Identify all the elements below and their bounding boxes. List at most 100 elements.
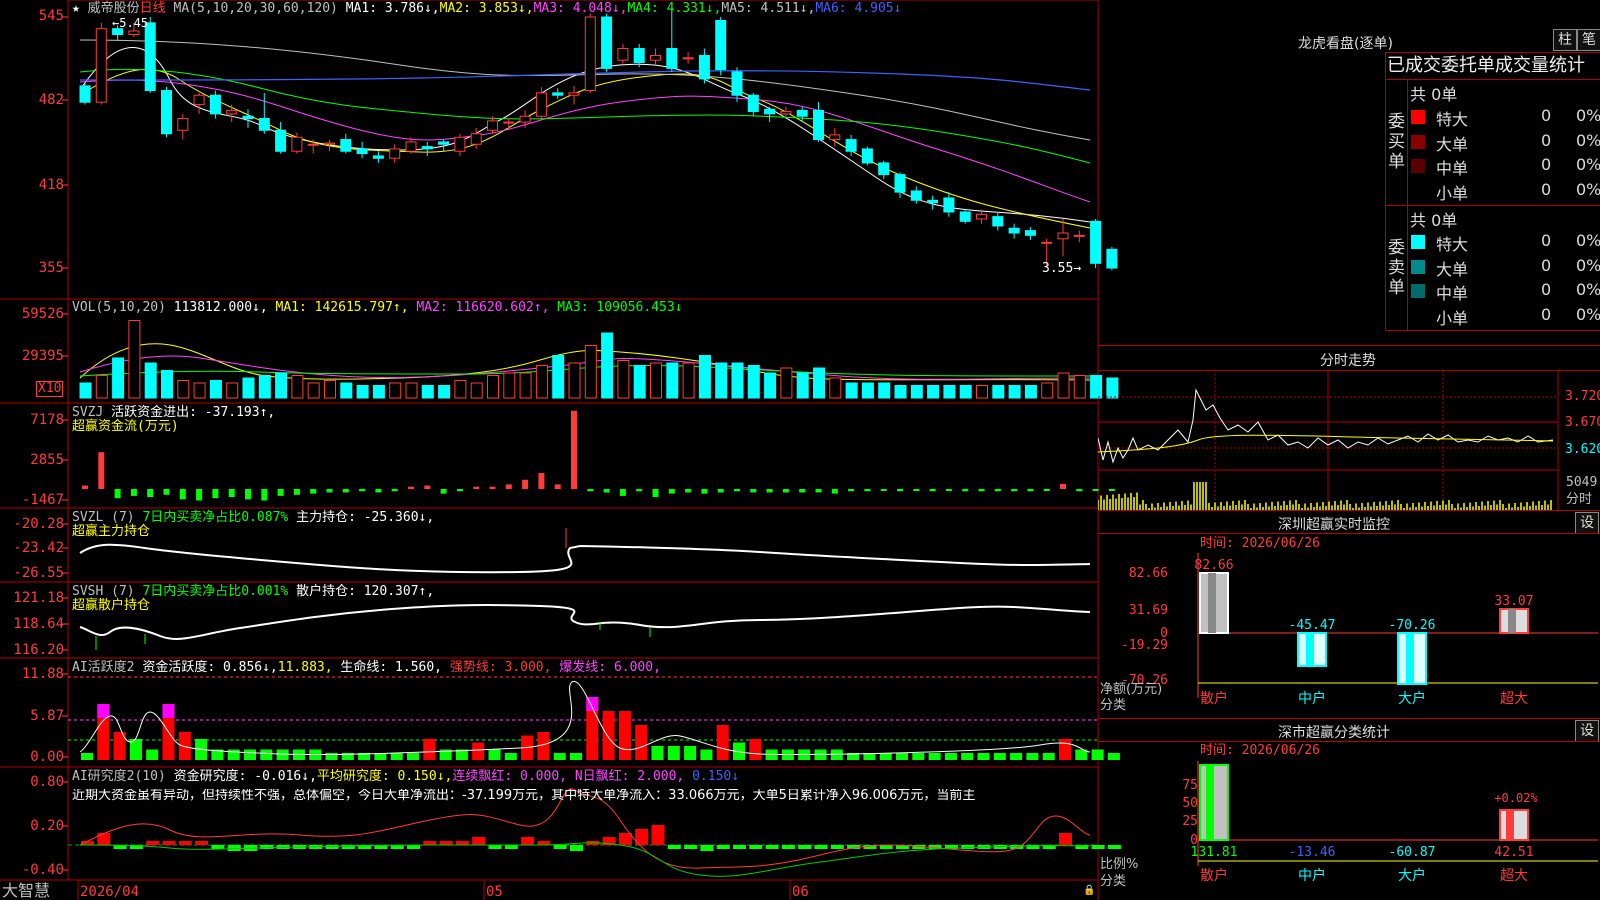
svsh-subtitle: 超赢散户持仓 [72,598,151,613]
period-label[interactable]: 日线 [140,1,166,16]
research-bar [407,845,420,849]
buy-total: 共 0单 [1410,85,1458,104]
ai-active-bar [684,746,697,760]
volume-bar [861,382,874,399]
stat-row-pct: 0% [1576,179,1600,199]
volume-bar [519,372,532,399]
research-bar [195,841,209,845]
life-line-value: 生命线: 1.560, [340,660,443,675]
research-bar [700,845,714,851]
svzj-bars[interactable] [82,410,1115,501]
class-bar-label: 42.51 [1494,845,1533,860]
volume-bar [927,385,940,399]
candle-body [1041,241,1053,244]
intraday-y-2: 3.620 [1565,442,1600,457]
svzj-bar [554,484,561,489]
intraday-y-1: 3.670 [1565,415,1600,430]
research-bar [211,845,225,849]
candle-body [861,148,873,164]
monitor-settings-button[interactable]: 设 [1575,512,1599,534]
svzl-label: SVZL (7) [72,510,135,525]
svsh-label: SVSH (7) [72,584,135,599]
intraday-chart[interactable] [1098,370,1600,510]
tick-button[interactable]: 笔 [1577,29,1600,51]
volume-bars[interactable] [79,320,1119,399]
volume-bar [894,385,907,399]
svzj-bar [261,489,268,501]
class-bar-label: -13.46 [1289,845,1336,860]
candle-body [226,109,238,115]
column-button[interactable]: 柱 [1553,29,1577,51]
svzj-bar [685,489,692,493]
svsh-dips [95,622,651,650]
y-label-main-3: 355 [38,260,64,276]
candle-body [421,146,433,150]
star-icon[interactable]: ★ [72,1,80,16]
stat-row-pct: 0% [1576,130,1600,150]
svzj-bar [310,489,317,494]
y-label-research-1: 0.20 [30,818,64,834]
ai-research-header: AI研究度2(10) 资金研究度: -0.016↓,平均研究度: 0.150↓,… [72,770,739,784]
candle-body [389,148,401,159]
class-bar-stripe [1506,810,1514,840]
research-bar [488,845,502,849]
ai-active-bar [896,753,908,760]
class-cat-label: 超大 [1500,868,1528,884]
svzj-bar [603,489,610,493]
candle-body [356,148,368,155]
brand-logo[interactable]: 大智慧 [2,882,50,900]
ai-active-bar [602,711,615,760]
candle-body [209,94,221,115]
svzj-bar [228,489,235,498]
svzj-bar [636,489,643,492]
volume-bar [568,362,581,399]
stock-name[interactable]: 威帝股份 [88,1,140,16]
candlesticks[interactable] [79,8,1118,271]
candle-body [487,120,498,131]
y-label-ai-0: 11.88 [21,666,64,682]
volume-bar [829,377,842,399]
candle-body [79,85,91,103]
svzj-bar [82,485,88,489]
class-settings-button[interactable]: 设 [1575,720,1599,742]
svzj-bar [359,489,366,492]
lock-icon[interactable]: 🔒 [1083,884,1095,898]
volume-bar [438,385,451,399]
stat-row-name: 大单 [1436,259,1469,279]
svzj-bar [212,489,219,499]
research-bar [325,845,339,849]
monitor-chart[interactable]: 82.6631.690-19.29-70.2682.66散户-45.47中户-7… [1098,533,1600,718]
ai-active-label: AI活跃度2 [72,660,135,675]
monitor-title: 深圳超赢实时监控 [1278,517,1390,533]
svzj-bar [163,489,170,495]
research-bar [455,841,469,845]
ai-active-bar [227,749,240,760]
burst-line-value: 爆发线: 6.000, [559,660,661,675]
volume-bar [666,362,679,399]
stat-row-count: 0 [1541,255,1552,275]
class-chart[interactable]: 7550250131.81散户-13.46中户-60.87大户42.51超大+0… [1098,741,1600,900]
research-bar [97,833,111,845]
ai-active-bar [635,725,648,760]
svzj-bar [147,489,154,498]
ai-active-bar [700,749,713,760]
vol-label: VOL(5,10,20) [72,300,166,315]
research-bars[interactable] [81,825,1121,851]
x-label-2: 06 [792,884,809,900]
svzl-subtitle: 超赢主力持仓 [72,524,151,539]
svsh-line [79,604,1091,640]
volume-bar [177,380,190,399]
y-label-svsh-1: 118.64 [13,616,64,632]
svzj-bar [538,472,545,489]
stat-row-pct: 0% [1576,231,1600,250]
class-title: 深市超赢分类统计 [1278,725,1390,741]
volume-bar [226,382,239,399]
svzj-bar [962,489,969,492]
candle-body [144,22,156,92]
candle-body [1073,234,1085,237]
y-label-svzl-1: -23.42 [13,540,64,556]
svzj-label: SVZJ [72,405,104,420]
class-bar-label: -60.87 [1389,845,1436,860]
svzl-ratio: 7日内买卖净占比0.087% [142,510,289,525]
candle-body [307,143,319,146]
